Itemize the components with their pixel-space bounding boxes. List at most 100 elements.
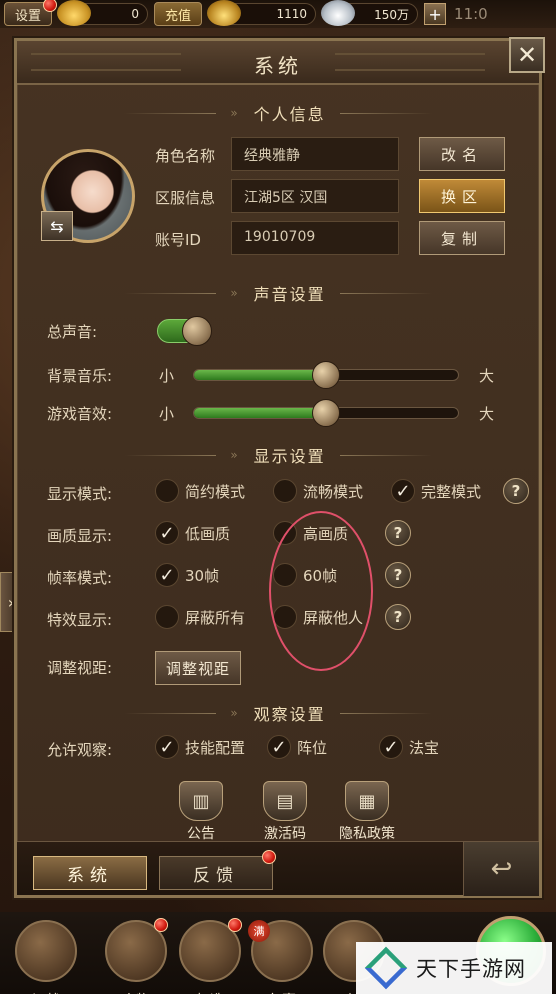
observe-option-formation[interactable]: ✓ 阵位 [267, 735, 327, 759]
notification-dot [154, 918, 168, 932]
observe-option-skills[interactable]: ✓ 技能配置 [155, 735, 245, 759]
notification-dot [43, 0, 58, 12]
checkmark-icon: ✓ [379, 735, 403, 759]
section-sound: » 声音设置 [17, 281, 539, 305]
sfx-big-label: 大 [479, 405, 495, 423]
adjust-view-distance-button[interactable]: 调整视距 [155, 651, 241, 685]
radio [273, 479, 297, 503]
ingot-count: 0 [131, 7, 140, 21]
bgm-slider[interactable] [193, 361, 459, 389]
silver-count: 150万 [374, 7, 410, 22]
full-badge: 满 [248, 920, 270, 942]
watermark-text: 天下手游网 [416, 957, 526, 981]
swap-avatar-button[interactable]: ⇆ [41, 211, 73, 241]
mode-option-full[interactable]: ✓ 完整模式 [391, 479, 481, 503]
close-icon: ✕ [516, 41, 538, 69]
master-volume-label: 总声音: [47, 323, 98, 341]
sfx-label: 游戏音效: [47, 405, 113, 423]
menu-item-forge[interactable]: 打造 [176, 918, 244, 994]
section-title: 显示设置 [253, 447, 326, 466]
gold-pile-icon [207, 0, 242, 26]
watermark-logo-icon [364, 946, 408, 990]
scroll-icon: ▥ [179, 781, 223, 821]
checkmark-icon: ✓ [155, 563, 179, 587]
quality-option-low[interactable]: ✓ 低画质 [155, 521, 230, 545]
settings-button[interactable]: 设置 [4, 0, 58, 26]
menu-item-battle[interactable]: 证战 [12, 920, 80, 994]
server-info-field: 江湖5区 汉国 [231, 179, 399, 213]
bgm-label: 背景音乐: [47, 367, 113, 385]
chevron-icon: » [230, 286, 240, 300]
watermark: 天下手游网 [356, 942, 552, 994]
close-button[interactable]: ✕ [509, 37, 545, 73]
sfx-small-label: 小 [159, 405, 175, 423]
role-name-label: 角色名称 [155, 147, 216, 165]
bgm-big-label: 大 [479, 367, 495, 385]
account-id-field: 19010709 [231, 221, 399, 255]
panel-title: 系统 [254, 54, 302, 78]
bgm-small-label: 小 [159, 367, 175, 385]
plus-icon: + [428, 4, 442, 24]
recharge-button[interactable]: 充值 [154, 2, 203, 26]
announcement-button[interactable]: ▥ 公告 [169, 781, 233, 843]
slider-knob[interactable] [312, 399, 340, 427]
observe-option-treasure[interactable]: ✓ 法宝 [379, 735, 439, 759]
mode-option-simple[interactable]: 简约模式 [155, 479, 245, 503]
notification-dot [262, 850, 276, 864]
help-icon[interactable]: ? [503, 478, 529, 504]
section-title: 声音设置 [253, 285, 326, 304]
help-icon[interactable]: ? [385, 520, 411, 546]
tab-feedback[interactable]: 反馈 [159, 850, 276, 890]
help-icon[interactable]: ? [385, 604, 411, 630]
fps-label: 帧率模式: [47, 569, 113, 587]
top-bar: 设置 0 充值 1110 150万 + 11:0 [0, 0, 556, 28]
slider-knob[interactable] [312, 361, 340, 389]
gold-count: 1110 [276, 7, 308, 21]
help-icon[interactable]: ? [385, 562, 411, 588]
checkmark-icon: ✓ [267, 735, 291, 759]
allow-observe-label: 允许观察: [47, 741, 113, 759]
section-personal-info: » 个人信息 [17, 101, 539, 125]
display-mode-label: 显示模式: [47, 485, 113, 503]
sword-icon [15, 920, 77, 982]
effects-option-hide-all[interactable]: 屏蔽所有 [155, 605, 245, 629]
section-title: 观察设置 [253, 705, 326, 724]
privacy-policy-button[interactable]: ▦ 隐私政策 [335, 781, 399, 843]
view-distance-label: 调整视距: [47, 659, 113, 677]
toggle-knob [182, 316, 212, 346]
mode-option-smooth[interactable]: 流畅模式 [273, 479, 363, 503]
menu-item-character[interactable]: 人物 [102, 918, 170, 994]
radio [155, 479, 179, 503]
return-button[interactable]: ↩ [463, 842, 539, 896]
return-icon: ↩ [490, 854, 513, 884]
section-title: 个人信息 [253, 105, 326, 124]
copy-button[interactable]: 复制 [419, 221, 505, 255]
announcement-label: 公告 [187, 826, 215, 842]
annotation-circle [269, 511, 373, 671]
server-info-label: 区服信息 [155, 189, 216, 207]
role-name-field: 经典雅静 [231, 137, 399, 171]
checkmark-icon: ✓ [391, 479, 415, 503]
silver-counter: 150万 [321, 0, 419, 26]
clock: 11:0 [454, 5, 488, 23]
fps-option-30[interactable]: ✓ 30帧 [155, 563, 219, 587]
recharge-label: 充值 [165, 8, 192, 24]
chevron-icon: » [230, 448, 240, 462]
activation-code-label: 激活码 [264, 826, 306, 842]
tab-system[interactable]: 系统 [33, 856, 147, 890]
activation-code-button[interactable]: ▤ 激活码 [253, 781, 317, 843]
gold-counter: 1110 [207, 0, 317, 26]
ingot-counter: 0 [57, 0, 149, 26]
master-volume-toggle[interactable] [157, 316, 212, 346]
section-observe: » 观察设置 [17, 701, 539, 725]
slider-fill [194, 408, 326, 418]
sfx-slider[interactable] [193, 399, 459, 427]
checkmark-icon: ✓ [155, 521, 179, 545]
rename-button[interactable]: 改名 [419, 137, 505, 171]
add-currency-button[interactable]: + [424, 3, 447, 25]
privacy-policy-label: 隐私政策 [339, 826, 395, 842]
chevron-icon: » [230, 706, 240, 720]
change-server-button[interactable]: 换区 [419, 179, 505, 213]
document-icon: ▦ [345, 781, 389, 821]
chevron-icon: » [230, 106, 240, 120]
